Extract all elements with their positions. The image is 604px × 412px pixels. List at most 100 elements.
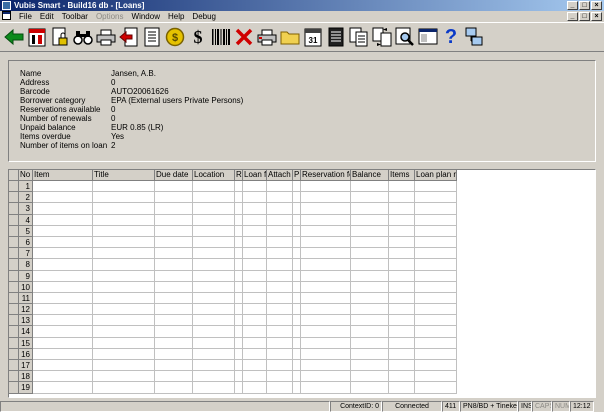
cell-attach[interactable]	[267, 315, 293, 327]
cell-location[interactable]	[193, 192, 235, 204]
cell-due-date[interactable]	[155, 326, 193, 338]
cell-r[interactable]	[235, 371, 243, 383]
cell-balance[interactable]	[351, 181, 389, 193]
cell-balance[interactable]	[351, 192, 389, 204]
cell-due-date[interactable]	[155, 348, 193, 360]
cell-r[interactable]	[235, 337, 243, 349]
cell-loan-f[interactable]	[243, 248, 267, 260]
child-restore-button[interactable]: □	[579, 12, 590, 21]
cell-p[interactable]	[293, 348, 301, 360]
cell-loan-f[interactable]	[243, 337, 267, 349]
cell-loan-plan[interactable]	[415, 337, 457, 349]
cell-attach[interactable]	[267, 337, 293, 349]
cell-location[interactable]	[193, 337, 235, 349]
table-row[interactable]: 18	[9, 371, 457, 383]
cell-p[interactable]	[293, 360, 301, 372]
cell-loan-plan[interactable]	[415, 292, 457, 305]
cell-attach[interactable]	[267, 270, 293, 282]
cell-attach[interactable]	[267, 348, 293, 360]
cell-loan-plan[interactable]	[415, 270, 457, 282]
menu-window[interactable]: Window	[128, 11, 164, 22]
row-selector[interactable]	[9, 281, 19, 293]
document-menu-icon[interactable]	[2, 10, 15, 23]
column-header-title[interactable]: Title	[93, 170, 155, 181]
cell-loan-f[interactable]	[243, 304, 267, 316]
cell-title[interactable]	[93, 181, 155, 193]
exit-door-icon[interactable]	[118, 26, 140, 48]
cell-reservation-fee[interactable]	[301, 360, 351, 372]
row-selector[interactable]	[9, 214, 19, 226]
cell-items[interactable]	[389, 281, 415, 293]
cell-loan-plan[interactable]	[415, 360, 457, 372]
cell-r[interactable]	[235, 281, 243, 293]
cell-balance[interactable]	[351, 281, 389, 293]
cell-title[interactable]	[93, 315, 155, 327]
menu-toolbar[interactable]: Toolbar	[58, 11, 92, 22]
table-row[interactable]: 13	[9, 315, 457, 327]
cell-title[interactable]	[93, 326, 155, 338]
cell-p[interactable]	[293, 236, 301, 249]
cell-reservation-fee[interactable]	[301, 315, 351, 327]
cell-due-date[interactable]	[155, 382, 193, 394]
cell-loan-f[interactable]	[243, 360, 267, 372]
cell-loan-plan[interactable]	[415, 304, 457, 316]
cell-item[interactable]	[33, 236, 93, 249]
cell-p[interactable]	[293, 225, 301, 237]
row-selector[interactable]	[9, 270, 19, 282]
cell-item[interactable]	[33, 382, 93, 394]
cell-location[interactable]	[193, 270, 235, 282]
cell-item[interactable]	[33, 270, 93, 282]
cell-p[interactable]	[293, 270, 301, 282]
cell-loan-plan[interactable]	[415, 225, 457, 237]
cell-loan-f[interactable]	[243, 292, 267, 305]
back-arrow-icon[interactable]	[3, 26, 25, 48]
table-row[interactable]: 10	[9, 281, 457, 293]
cell-due-date[interactable]	[155, 236, 193, 249]
cell-loan-f[interactable]	[243, 371, 267, 383]
cell-loan-plan[interactable]	[415, 259, 457, 271]
cell-r[interactable]	[235, 225, 243, 237]
column-header-loan-plan[interactable]: Loan plan r	[415, 170, 457, 181]
table-row[interactable]: 11	[9, 292, 457, 305]
lock-icon[interactable]	[49, 26, 71, 48]
cell-balance[interactable]	[351, 248, 389, 260]
table-row[interactable]: 16	[9, 348, 457, 360]
cell-r[interactable]	[235, 259, 243, 271]
binoculars-icon[interactable]	[72, 26, 94, 48]
cell-loan-f[interactable]	[243, 225, 267, 237]
cell-item[interactable]	[33, 304, 93, 316]
cell-balance[interactable]	[351, 337, 389, 349]
cell-items[interactable]	[389, 382, 415, 394]
cell-items[interactable]	[389, 292, 415, 305]
cell-location[interactable]	[193, 360, 235, 372]
cell-reservation-fee[interactable]	[301, 259, 351, 271]
cell-due-date[interactable]	[155, 281, 193, 293]
cell-r[interactable]	[235, 360, 243, 372]
cell-r[interactable]	[235, 248, 243, 260]
cell-attach[interactable]	[267, 360, 293, 372]
cell-attach[interactable]	[267, 281, 293, 293]
cell-p[interactable]	[293, 259, 301, 271]
cell-item[interactable]	[33, 281, 93, 293]
cell-items[interactable]	[389, 315, 415, 327]
cell-reservation-fee[interactable]	[301, 248, 351, 260]
cell-item[interactable]	[33, 225, 93, 237]
cell-r[interactable]	[235, 214, 243, 226]
cell-loan-plan[interactable]	[415, 236, 457, 249]
dollar-icon[interactable]: $	[187, 26, 209, 48]
cell-reservation-fee[interactable]	[301, 382, 351, 394]
cell-items[interactable]	[389, 304, 415, 316]
table-row[interactable]: 3	[9, 203, 457, 215]
cell-loan-f[interactable]	[243, 382, 267, 394]
cell-items[interactable]	[389, 225, 415, 237]
table-row[interactable]: 14	[9, 326, 457, 338]
coin-icon[interactable]: $	[164, 26, 186, 48]
cell-item[interactable]	[33, 315, 93, 327]
cell-reservation-fee[interactable]	[301, 236, 351, 249]
menu-help[interactable]: Help	[164, 11, 188, 22]
cell-r[interactable]	[235, 270, 243, 282]
printer-icon[interactable]	[95, 26, 117, 48]
cell-reservation-fee[interactable]	[301, 281, 351, 293]
cell-reservation-fee[interactable]	[301, 270, 351, 282]
row-selector[interactable]	[9, 236, 19, 249]
